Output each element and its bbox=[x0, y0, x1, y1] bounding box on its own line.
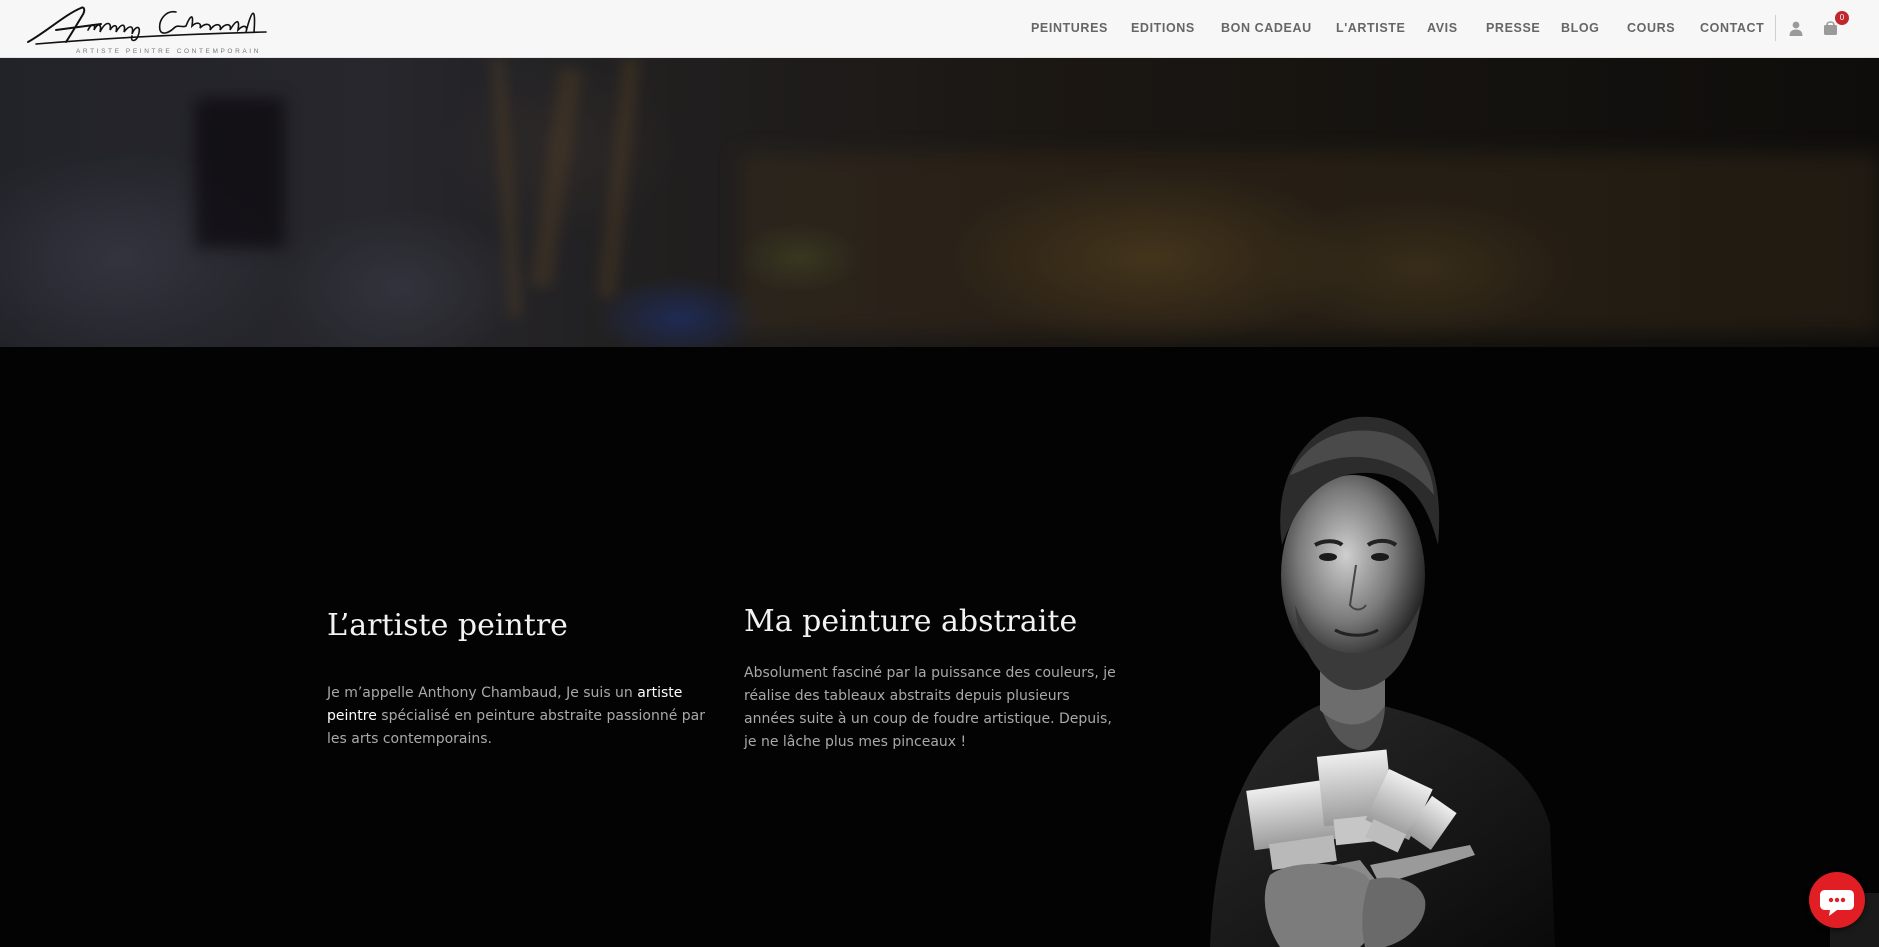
artist-intro-text: Je m’appelle Anthony Chambaud, Je suis u… bbox=[327, 682, 722, 751]
artist-intro-text-part: spécialisé en peinture abstraite passion… bbox=[327, 708, 706, 747]
abstract-painting-text: Absolument fasciné par la puissance des … bbox=[744, 665, 1116, 750]
chat-bubble-icon[interactable] bbox=[1809, 872, 1865, 928]
nav-presse[interactable]: PRESSE bbox=[1486, 21, 1540, 35]
logo-tagline: ARTISTE PEINTRE CONTEMPORAIN bbox=[76, 48, 261, 55]
signature-logo-graphic bbox=[27, 6, 267, 45]
site-logo[interactable]: ARTISTE PEINTRE CONTEMPORAIN bbox=[26, 2, 271, 56]
nav-peintures[interactable]: PEINTURES bbox=[1031, 21, 1108, 35]
nav-artiste[interactable]: L'ARTISTE bbox=[1336, 21, 1405, 35]
artist-portrait-photo bbox=[1210, 416, 1555, 947]
cart-count-badge: 0 bbox=[1835, 11, 1849, 25]
nav-bon-cadeau[interactable]: BON CADEAU bbox=[1221, 21, 1312, 35]
artist-section-title: L’artiste peintre bbox=[327, 608, 568, 643]
artist-intro-text-part: Je m’appelle Anthony Chambaud, Je suis u… bbox=[327, 685, 638, 701]
nav-divider bbox=[1775, 15, 1776, 41]
user-icon[interactable] bbox=[1788, 20, 1804, 36]
nav-contact[interactable]: CONTACT bbox=[1700, 21, 1764, 35]
artist-intro-section bbox=[0, 347, 1879, 947]
nav-editions[interactable]: EDITIONS bbox=[1131, 21, 1195, 35]
nav-cours[interactable]: COURS bbox=[1627, 21, 1675, 35]
chat-bubble-icon-graphic bbox=[1820, 890, 1854, 916]
hero-overlay bbox=[0, 58, 1879, 347]
abstract-painting-title: Ma peinture abstraite bbox=[744, 604, 1078, 639]
nav-avis[interactable]: AVIS bbox=[1427, 21, 1458, 35]
nav-blog[interactable]: BLOG bbox=[1561, 21, 1600, 35]
site-header: ARTISTE PEINTRE CONTEMPORAIN PEINTURES E… bbox=[0, 0, 1879, 58]
hero-banner-image bbox=[0, 58, 1879, 347]
